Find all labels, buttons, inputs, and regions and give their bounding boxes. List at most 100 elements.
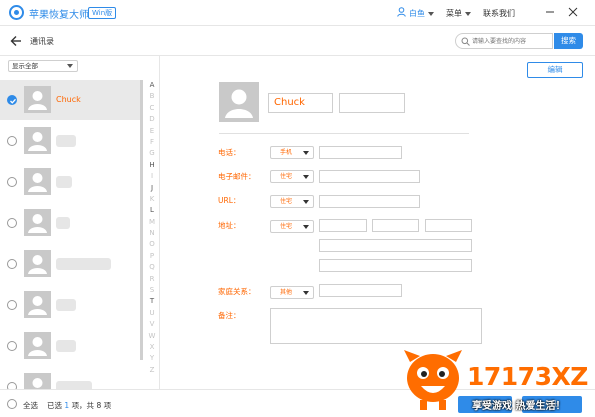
- alphabet-letter[interactable]: X: [147, 342, 157, 353]
- blurred-contact-name: [56, 299, 76, 311]
- list-item[interactable]: [0, 203, 142, 243]
- alphabet-letter[interactable]: M: [147, 217, 157, 228]
- alphabet-letter[interactable]: Q: [147, 262, 157, 273]
- alphabet-letter[interactable]: H: [147, 160, 157, 171]
- family-field: [319, 284, 402, 297]
- toolbar: 通讯录 搜索: [0, 27, 595, 56]
- title-bar: 苹果恢复大师 Win版 白鱼 菜单 联系我们: [0, 0, 595, 26]
- search-button[interactable]: 搜索: [554, 33, 583, 49]
- alphabet-letter[interactable]: Y: [147, 353, 157, 364]
- contact-detail-panel: 编辑 Chuck 电话： 手机 电子邮件： 住宅 URL： 住宅 地址： 住宅 …: [161, 56, 595, 389]
- list-item[interactable]: [0, 326, 142, 366]
- alphabet-letter[interactable]: N: [147, 228, 157, 239]
- address-city-field: [372, 219, 419, 232]
- alphabet-letter[interactable]: K: [147, 194, 157, 205]
- alphabet-letter[interactable]: D: [147, 114, 157, 125]
- check-icon: [10, 98, 16, 104]
- user-menu[interactable]: 白鱼: [409, 8, 434, 19]
- user-icon[interactable]: [397, 7, 406, 17]
- alphabet-letter[interactable]: F: [147, 137, 157, 148]
- minimize-icon[interactable]: [543, 5, 557, 19]
- alphabet-letter[interactable]: G: [147, 148, 157, 159]
- email-label: 电子邮件：: [218, 172, 256, 181]
- row-checkbox[interactable]: [7, 218, 17, 228]
- list-item[interactable]: [0, 121, 142, 161]
- alphabet-letter[interactable]: W: [147, 331, 157, 342]
- avatar: [24, 127, 51, 154]
- email-field: [319, 170, 420, 183]
- row-checkbox[interactable]: [7, 177, 17, 187]
- alphabet-letter[interactable]: I: [147, 171, 157, 182]
- selection-status: 已选 1 项，共 8 项: [47, 400, 111, 411]
- alphabet-letter[interactable]: Z: [147, 365, 157, 376]
- contact-list: Chuck: [0, 80, 142, 389]
- alphabet-letter[interactable]: B: [147, 91, 157, 102]
- search-icon: [461, 37, 470, 46]
- watermark-slogan: 享受游戏 热爱生活！: [472, 401, 566, 412]
- brand-letters: XZ: [551, 362, 588, 391]
- filter-value: 显示全部: [12, 62, 38, 70]
- alphabet-letter[interactable]: O: [147, 239, 157, 250]
- row-checkbox[interactable]: [7, 341, 17, 351]
- mascot-logo-icon: [404, 350, 462, 410]
- close-icon[interactable]: [566, 5, 580, 19]
- alphabet-letter[interactable]: E: [147, 126, 157, 137]
- list-item[interactable]: Chuck: [0, 80, 142, 120]
- avatar: [24, 373, 51, 389]
- edit-button[interactable]: 编辑: [527, 62, 583, 78]
- phone-type: 手机: [280, 149, 293, 156]
- menu-label: 菜单: [446, 9, 462, 18]
- person-silhouette-icon: [32, 378, 43, 388]
- search-input[interactable]: [472, 35, 550, 47]
- url-type: 住宅: [280, 198, 293, 205]
- person-silhouette-icon: [28, 214, 47, 233]
- family-label: 家庭关系：: [218, 287, 256, 296]
- search-box[interactable]: [455, 33, 553, 49]
- blurred-contact-name: [56, 135, 76, 147]
- filter-dropdown[interactable]: 显示全部: [8, 60, 78, 72]
- row-checkbox[interactable]: [7, 382, 17, 389]
- watermark-brand: 17173XZ: [467, 362, 588, 391]
- row-checkbox[interactable]: [7, 136, 17, 146]
- address-state-field: [425, 219, 472, 232]
- blurred-contact-name: [56, 381, 92, 389]
- list-scrollbar[interactable]: [140, 80, 143, 360]
- select-all-label[interactable]: 全选: [23, 400, 38, 411]
- row-checkbox[interactable]: [7, 95, 17, 105]
- person-silhouette-icon: [28, 255, 47, 274]
- main-menu[interactable]: 菜单: [446, 8, 471, 19]
- row-checkbox[interactable]: [7, 259, 17, 269]
- alphabet-letter[interactable]: A: [147, 80, 157, 91]
- alphabet-letter[interactable]: C: [147, 103, 157, 114]
- alphabet-letter[interactable]: J: [147, 183, 157, 194]
- alphabet-letter[interactable]: U: [147, 308, 157, 319]
- url-field: [319, 195, 420, 208]
- contact-us-link[interactable]: 联系我们: [483, 8, 515, 19]
- url-type-dropdown: 住宅: [270, 195, 314, 208]
- person-silhouette-icon: [28, 132, 47, 151]
- alphabet-letter[interactable]: R: [147, 274, 157, 285]
- address-line-field: [319, 239, 472, 252]
- alphabet-letter[interactable]: V: [147, 319, 157, 330]
- row-checkbox[interactable]: [7, 300, 17, 310]
- chevron-down-icon: [303, 291, 309, 295]
- total-count: 8: [96, 401, 102, 410]
- chevron-down-icon: [303, 175, 309, 179]
- list-item[interactable]: [0, 285, 142, 325]
- family-type: 其他: [280, 289, 293, 296]
- avatar: [24, 332, 51, 359]
- list-item[interactable]: [0, 162, 142, 202]
- address-country-field: [319, 259, 472, 272]
- alphabet-letter[interactable]: P: [147, 251, 157, 262]
- email-type: 住宅: [280, 173, 293, 180]
- note-label: 备注：: [218, 311, 241, 320]
- list-item[interactable]: [0, 244, 142, 284]
- alphabet-letter[interactable]: S: [147, 285, 157, 296]
- contact-photo: [219, 82, 259, 122]
- alphabet-letter[interactable]: T: [147, 296, 157, 307]
- alphabet-letter[interactable]: L: [147, 205, 157, 216]
- select-all-checkbox[interactable]: [7, 399, 17, 409]
- back-arrow-icon[interactable]: [10, 35, 22, 47]
- list-item[interactable]: [0, 367, 142, 389]
- first-name-field: Chuck: [268, 93, 333, 113]
